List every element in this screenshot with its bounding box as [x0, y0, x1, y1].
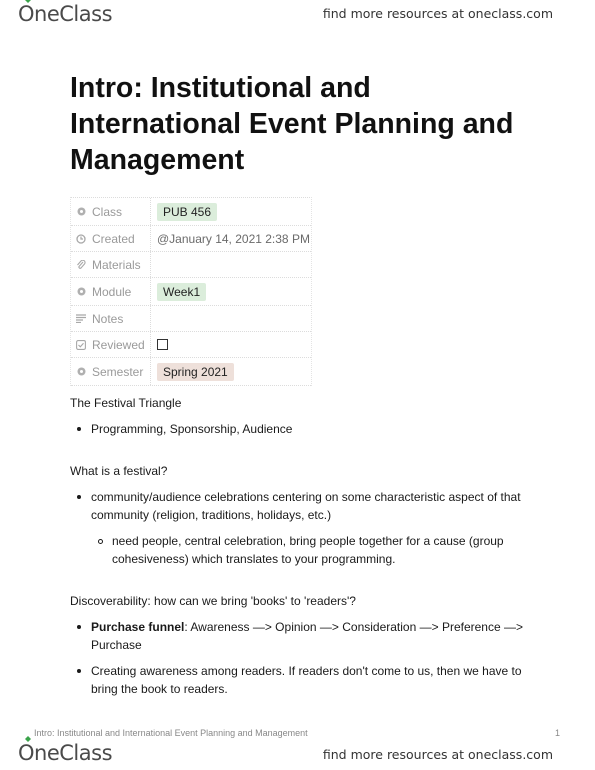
property-key: Created: [92, 231, 135, 246]
list-item: need people, central celebration, bring …: [91, 532, 530, 568]
property-key: Materials: [92, 257, 141, 272]
property-row-module: Module Week1: [71, 278, 311, 306]
leaf-icon: [25, 736, 31, 742]
page-title: Intro: Institutional and International E…: [70, 72, 514, 176]
promo-link[interactable]: find more resources at oneclass.com: [323, 6, 553, 21]
module-tag[interactable]: Week1: [157, 282, 207, 301]
properties-table: Class PUB 456 Created @January 14, 2021 …: [70, 197, 312, 386]
property-row-materials: Materials: [71, 252, 311, 278]
list-item: Purchase funnel: Awareness —> Opinion —>…: [70, 618, 530, 654]
checkbox-icon: [76, 339, 86, 350]
clock-icon: [76, 233, 86, 244]
funnel-label: Purchase funnel: [91, 620, 185, 634]
list-item: Creating awareness among readers. If rea…: [70, 662, 530, 698]
section-heading: The Festival Triangle: [70, 396, 182, 410]
page-content: The Festival Triangle Programming, Spons…: [70, 394, 530, 698]
paperclip-icon: [76, 259, 86, 270]
bullet-list: Purchase funnel: Awareness —> Opinion —>…: [70, 618, 530, 698]
property-key: Class: [92, 204, 123, 219]
bullet-icon: [77, 669, 81, 673]
brand-name: OneClass: [18, 2, 113, 26]
bullet-icon: [77, 427, 81, 431]
property-key: Reviewed: [92, 337, 145, 352]
property-key: Semester: [92, 364, 144, 379]
class-tag[interactable]: PUB 456: [157, 202, 218, 221]
text-lines-icon: [76, 314, 86, 324]
oneclass-logo[interactable]: OneClass: [18, 736, 113, 765]
property-row-notes: Notes: [71, 306, 311, 332]
list-item: Programming, Sponsorship, Audience: [70, 420, 530, 438]
tag-icon: [76, 207, 86, 217]
sub-bullet-list: need people, central celebration, bring …: [70, 532, 530, 568]
bullet-icon: [77, 495, 81, 499]
property-row-created: Created @January 14, 2021 2:38 PM: [71, 226, 311, 252]
property-key: Notes: [92, 311, 124, 326]
created-date: @January 14, 2021 2:38 PM: [157, 231, 310, 246]
hollow-bullet-icon: [98, 539, 103, 544]
bullet-icon: [77, 625, 81, 629]
oneclass-logo[interactable]: OneClass: [18, 0, 113, 26]
semester-tag[interactable]: Spring 2021: [157, 362, 234, 381]
section-heading: What is a festival?: [70, 464, 168, 478]
property-row-class: Class PUB 456: [71, 198, 311, 226]
footer-doc-title: Intro: Institutional and International E…: [34, 728, 308, 738]
page-number: 1: [555, 728, 561, 738]
promo-link[interactable]: find more resources at oneclass.com: [323, 747, 553, 762]
reviewed-checkbox[interactable]: [157, 339, 168, 350]
list-item: community/audience celebrations centerin…: [70, 488, 530, 524]
property-row-semester: Semester Spring 2021: [71, 358, 311, 386]
tag-icon: [76, 367, 86, 377]
bullet-list: community/audience celebrations centerin…: [70, 488, 530, 524]
tag-icon: [76, 287, 86, 297]
property-key: Module: [92, 284, 132, 299]
leaf-icon: [25, 0, 31, 3]
bullet-list: Programming, Sponsorship, Audience: [70, 420, 530, 438]
brand-name: OneClass: [18, 741, 113, 765]
property-row-reviewed: Reviewed: [71, 332, 311, 358]
section-heading: Discoverability: how can we bring 'books…: [70, 594, 356, 608]
